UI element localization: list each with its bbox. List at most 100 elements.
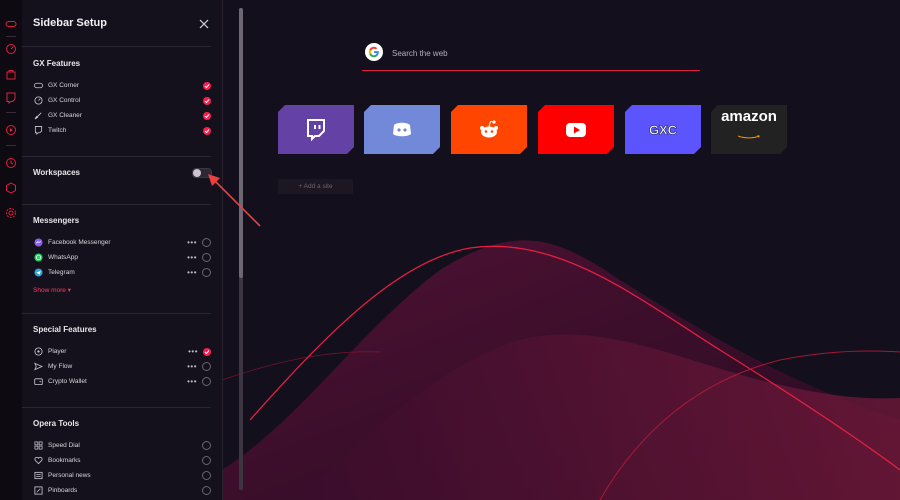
item-label: Speed Dial	[48, 442, 80, 449]
add-site-button[interactable]: + Add a site	[278, 179, 353, 194]
list-item[interactable]: GX Corner	[33, 79, 211, 92]
list-item[interactable]: Player •••	[33, 345, 211, 358]
scrollbar[interactable]	[239, 8, 243, 490]
speed-dial-amazon[interactable]: amazon	[711, 105, 787, 154]
twitch-icon	[33, 126, 43, 136]
sidebar-rail	[0, 0, 23, 500]
gx-logo-icon: GXC	[644, 118, 682, 142]
unchecked-checkbox[interactable]	[202, 486, 211, 495]
list-item[interactable]: Facebook Messenger •••	[33, 236, 211, 249]
amazon-logo: amazon	[721, 109, 777, 150]
speedometer-icon	[33, 96, 43, 106]
svg-text:GXC: GXC	[649, 122, 677, 137]
list-item[interactable]: Pinboards	[33, 484, 211, 497]
list-item[interactable]: Speed Dial	[33, 439, 211, 452]
show-more-link[interactable]: Show more ▾	[33, 286, 71, 294]
reddit-icon	[476, 117, 502, 143]
grid-icon	[33, 441, 43, 451]
messenger-icon	[33, 238, 43, 248]
unchecked-checkbox[interactable]	[202, 238, 211, 247]
wallet-icon	[33, 377, 43, 387]
rail-divider	[6, 112, 16, 113]
speed-dial-reddit[interactable]	[451, 105, 527, 154]
unchecked-checkbox[interactable]	[202, 471, 211, 480]
more-options-icon[interactable]: •••	[187, 253, 197, 262]
checked-checkbox[interactable]	[203, 81, 211, 90]
list-item[interactable]: Twitch	[33, 124, 211, 137]
twitch-icon[interactable]	[4, 91, 18, 105]
checked-checkbox[interactable]	[203, 126, 211, 135]
news-icon	[33, 471, 43, 481]
section-divider	[22, 204, 211, 205]
rail-divider	[6, 145, 16, 146]
pinboard-icon	[33, 486, 43, 496]
unchecked-checkbox[interactable]	[202, 441, 211, 450]
section-divider	[22, 46, 211, 47]
broom-icon	[33, 111, 43, 121]
twitch-icon	[303, 117, 329, 143]
item-label: GX Control	[48, 97, 81, 104]
google-logo-icon	[365, 43, 383, 61]
item-label: My Flow	[48, 363, 73, 370]
item-label: Pinboards	[48, 487, 78, 494]
history-icon[interactable]	[4, 156, 18, 170]
discord-icon	[389, 117, 415, 143]
list-item[interactable]: WhatsApp •••	[33, 251, 211, 264]
close-icon[interactable]	[198, 17, 210, 29]
player-icon[interactable]	[4, 123, 18, 137]
section-title-gx-features: GX Features	[33, 59, 81, 68]
list-item[interactable]: Personal news	[33, 469, 211, 482]
section-title-special-features: Special Features	[33, 325, 97, 334]
section-title-opera-tools: Opera Tools	[33, 419, 80, 428]
list-item[interactable]: Bookmarks	[33, 454, 211, 467]
item-label: Twitch	[48, 127, 67, 134]
search-input[interactable]	[392, 46, 682, 60]
unchecked-checkbox[interactable]	[202, 253, 211, 262]
section-divider	[22, 407, 211, 408]
speed-dial-gx[interactable]: GXC	[625, 105, 701, 154]
panel-title: Sidebar Setup	[33, 17, 107, 29]
more-options-icon[interactable]: •••	[187, 238, 197, 247]
speed-dial-discord[interactable]	[364, 105, 440, 154]
bag-icon[interactable]	[4, 67, 18, 81]
gamepad-icon	[33, 81, 43, 91]
list-item[interactable]: Crypto Wallet •••	[33, 375, 211, 388]
item-label: GX Cleaner	[48, 112, 82, 119]
unchecked-checkbox[interactable]	[202, 268, 211, 277]
item-label: WhatsApp	[48, 254, 78, 261]
item-label: Player	[48, 348, 67, 355]
amazon-smile-icon	[736, 124, 762, 150]
list-item[interactable]: My Flow •••	[33, 360, 211, 373]
more-options-icon[interactable]: •••	[187, 362, 197, 371]
unchecked-checkbox[interactable]	[202, 362, 211, 371]
annotation-arrow	[208, 174, 261, 227]
youtube-icon	[563, 117, 589, 143]
speedometer-icon[interactable]	[4, 42, 18, 56]
more-options-icon[interactable]: •••	[188, 347, 198, 356]
scrollbar-thumb[interactable]	[239, 8, 243, 278]
list-item[interactable]: Telegram •••	[33, 266, 211, 279]
item-label: Facebook Messenger	[48, 239, 111, 246]
list-item[interactable]: GX Control	[33, 94, 211, 107]
item-label: Bookmarks	[48, 457, 81, 464]
player-icon	[33, 347, 43, 357]
caret-down-icon: ▾	[67, 287, 71, 294]
unchecked-checkbox[interactable]	[202, 377, 211, 386]
list-item[interactable]: GX Cleaner	[33, 109, 211, 122]
item-label: Crypto Wallet	[48, 378, 87, 385]
settings-gear-icon[interactable]	[4, 206, 18, 220]
cube-icon[interactable]	[4, 181, 18, 195]
gamepad-icon[interactable]	[4, 17, 18, 31]
section-divider	[22, 156, 211, 157]
item-label: GX Corner	[48, 82, 80, 89]
speed-dial-youtube[interactable]	[538, 105, 614, 154]
checked-checkbox[interactable]	[203, 347, 211, 356]
item-label: Personal news	[48, 472, 91, 479]
speed-dial-twitch[interactable]	[278, 105, 354, 154]
unchecked-checkbox[interactable]	[202, 456, 211, 465]
checked-checkbox[interactable]	[203, 111, 211, 120]
more-options-icon[interactable]: •••	[187, 268, 197, 277]
more-options-icon[interactable]: •••	[187, 377, 197, 386]
search-bar[interactable]	[362, 42, 700, 71]
checked-checkbox[interactable]	[203, 96, 211, 105]
